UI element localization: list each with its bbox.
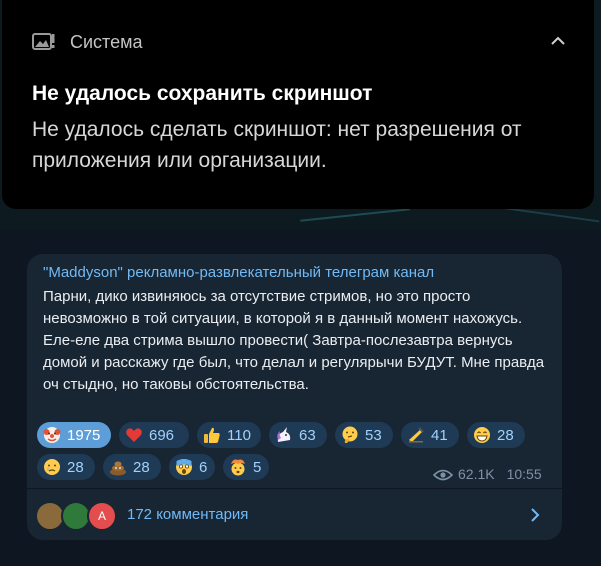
screaming-face-icon bbox=[175, 458, 193, 476]
thumbs-up-icon bbox=[203, 426, 221, 444]
reaction-crying[interactable]: 28 bbox=[37, 454, 95, 480]
reaction-scream[interactable]: 6 bbox=[169, 454, 215, 480]
eye-icon bbox=[432, 468, 454, 481]
reaction-exploding-head[interactable]: 5 bbox=[223, 454, 269, 480]
post-text: Парни, дико извиняюсь за отсутствие стри… bbox=[43, 288, 545, 393]
chevron-right-icon bbox=[530, 507, 540, 523]
reaction-count: 6 bbox=[199, 458, 208, 476]
reaction-heart[interactable]: 696 bbox=[119, 422, 189, 448]
reaction-writing-hand[interactable]: 41 bbox=[401, 422, 459, 448]
reaction-thinking[interactable]: 53 bbox=[335, 422, 393, 448]
reaction-count: 28 bbox=[497, 426, 514, 444]
comments-count-label: 172 комментария bbox=[127, 506, 249, 523]
channel-name[interactable]: "Maddyson" рекламно-развлекательный теле… bbox=[43, 264, 434, 281]
reaction-count: 110 bbox=[227, 426, 251, 444]
reaction-count: 28 bbox=[67, 458, 84, 476]
thinking-face-icon bbox=[341, 426, 359, 444]
reaction-count: 5 bbox=[253, 458, 262, 476]
reaction-count: 28 bbox=[133, 458, 150, 476]
reaction-grinning[interactable]: 28 bbox=[467, 422, 525, 448]
writing-hand-icon bbox=[407, 426, 425, 444]
reaction-count: 53 bbox=[365, 426, 382, 444]
notification-body: Не удалось сделать скриншот: нет разреше… bbox=[32, 118, 522, 172]
notification-title: Не удалось сохранить скриншот bbox=[32, 82, 373, 105]
reaction-count: 63 bbox=[299, 426, 316, 444]
reaction-thumbs-up[interactable]: 110 bbox=[197, 422, 261, 448]
reaction-clown[interactable]: 1975 bbox=[37, 422, 111, 448]
comments-button[interactable]: А 172 комментария bbox=[27, 489, 562, 540]
crying-face-icon bbox=[43, 458, 61, 476]
unicorn-icon bbox=[275, 426, 293, 444]
exploding-head-icon bbox=[229, 458, 247, 476]
reaction-poo[interactable]: 28 bbox=[103, 454, 161, 480]
system-notification[interactable]: Система Не удалось сохранить скриншот Не… bbox=[2, 0, 594, 209]
post-time: 10:55 bbox=[506, 466, 542, 482]
view-count: 62.1K bbox=[458, 466, 495, 482]
red-heart-icon bbox=[125, 426, 143, 444]
reaction-count: 41 bbox=[431, 426, 448, 444]
screenshot-icon bbox=[32, 32, 56, 52]
reaction-count: 1975 bbox=[67, 426, 101, 444]
reaction-count: 696 bbox=[149, 426, 175, 444]
channel-post[interactable]: "Maddyson" рекламно-развлекательный теле… bbox=[27, 254, 562, 540]
notification-app-name: Система bbox=[70, 31, 143, 52]
avatar: А bbox=[87, 501, 117, 531]
clown-face-icon bbox=[43, 426, 61, 444]
post-meta: 62.1K 10:55 bbox=[432, 466, 542, 482]
chevron-up-icon[interactable] bbox=[550, 34, 566, 46]
grinning-face-icon bbox=[473, 426, 491, 444]
pile-of-poo-icon bbox=[109, 458, 127, 476]
reaction-unicorn[interactable]: 63 bbox=[269, 422, 327, 448]
notification-header: Система bbox=[32, 30, 143, 54]
